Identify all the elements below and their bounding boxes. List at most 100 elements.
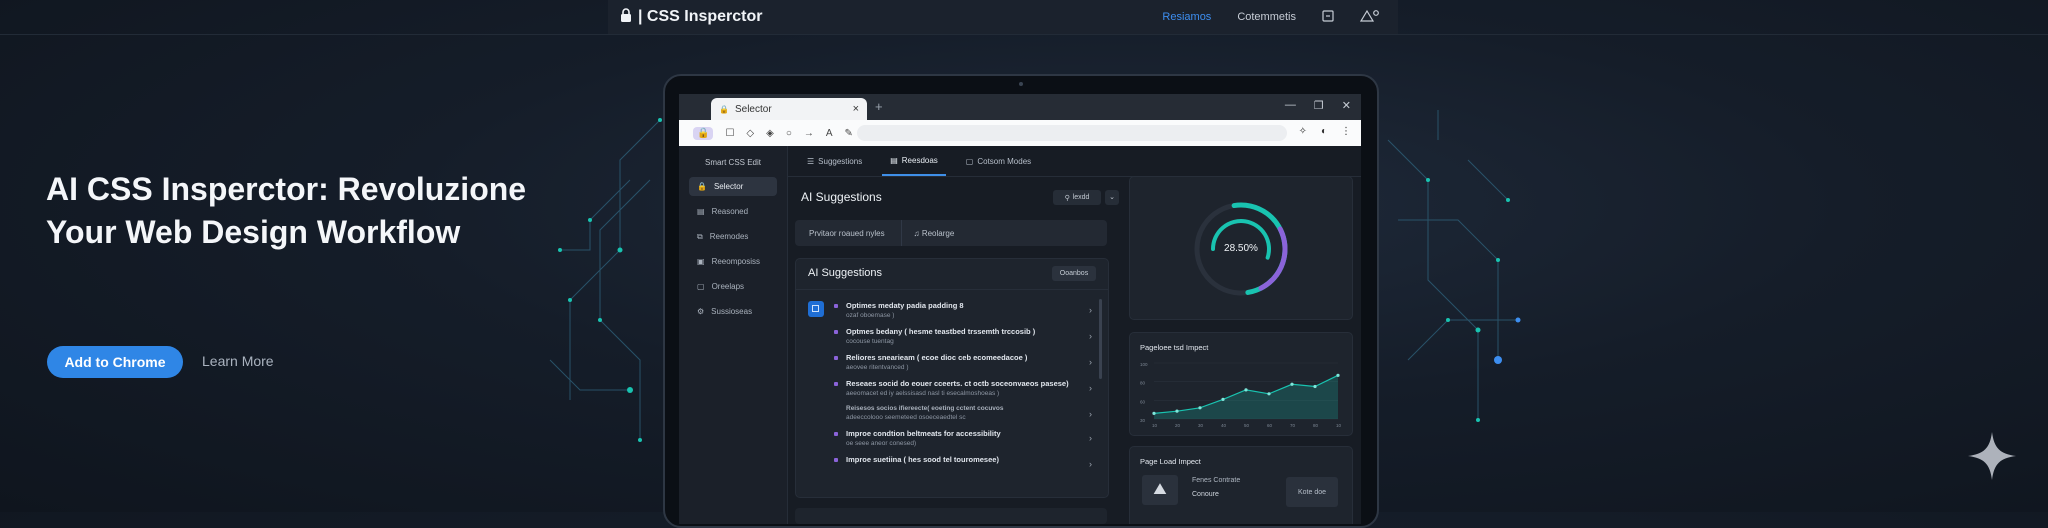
filter-icon: ⚲: [1064, 194, 1070, 202]
tab-suggestions[interactable]: ☰ Suggestions: [799, 146, 870, 176]
laptop-mockup: 🔒 Selector × + — ❐ ✕ 🔒 ☐ ◇ ◈ ○ → A ✎ ✧ ◐…: [663, 74, 1379, 528]
scrollbar[interactable]: [1099, 299, 1102, 379]
x-tick-label: 10: [1336, 423, 1342, 428]
window-controls: — ❐ ✕: [1285, 99, 1351, 112]
item-title: Improe condtion beltmeats for accessibil…: [846, 429, 1001, 438]
browser-toolbar: 🔒 ☐ ◇ ◈ ○ → A ✎ ✧ ◐ ⋮: [679, 120, 1361, 146]
list-item[interactable]: Optmes bedany ( hesme teastbed trssemth …: [834, 327, 1092, 345]
page-load-button[interactable]: Kote doe: [1286, 477, 1338, 507]
close-tab-icon[interactable]: ×: [853, 103, 859, 115]
lock-tool-icon[interactable]: 🔒: [693, 126, 714, 140]
menu-icon[interactable]: ⋮: [1341, 126, 1351, 137]
page-load-line-1: Fenes Contrate: [1192, 477, 1241, 484]
top-navbar: | CSS Insperctor Resiamos Cotemmetis: [608, 0, 1398, 35]
list-icon: ☰: [807, 156, 815, 166]
filter-right[interactable]: ♫ Reolarge: [914, 229, 955, 238]
chevron-right-icon: ›: [1089, 331, 1092, 341]
settings-icon: ⚙: [697, 307, 705, 316]
item-sub: aeovee ritentvanced ): [846, 364, 909, 371]
list-item[interactable]: Reliores snearieam ( ecoe dioc ceb ecome…: [834, 353, 1092, 371]
extension-tools: 🔒 ☐ ◇ ◈ ○ → A ✎: [693, 126, 853, 140]
filter-left[interactable]: Prvitaor roaued nyles: [809, 229, 885, 238]
sidebar-title: Smart CSS Edit: [704, 158, 761, 167]
x-tick-label: 30: [1198, 423, 1204, 428]
add-to-chrome-button[interactable]: Add to Chrome: [47, 346, 183, 378]
y-tick-label: 100: [1140, 362, 1148, 367]
x-tick-label: 60: [1267, 423, 1273, 428]
item-sub: oe seee aneor conesed): [846, 440, 917, 447]
text-tool-icon[interactable]: A: [826, 128, 833, 139]
item-title: Optimes medaty padia padding 8: [846, 301, 964, 310]
image-icon: ⛰: [1142, 475, 1178, 505]
diamond-tool-icon[interactable]: ◇: [746, 128, 754, 139]
browser-tab-label: Selector: [734, 103, 772, 115]
profile-icon[interactable]: ◐: [1321, 126, 1327, 137]
chevron-down-icon[interactable]: ⌄: [1105, 190, 1119, 205]
learn-more-link[interactable]: Learn More: [202, 353, 274, 369]
gauge-value: 28.50%: [1224, 242, 1258, 254]
bell-icon: ♫: [913, 228, 922, 238]
list-item[interactable]: Improe suetiina ( hes sood tel touromese…: [834, 455, 1092, 469]
chart-panel: Pageloee tsd Impect 100 80 60 30 10 20 30 40 50 6…: [1129, 332, 1353, 436]
card-button[interactable]: Ooanbos: [1052, 266, 1096, 281]
minimize-icon[interactable]: —: [1285, 99, 1296, 112]
chevron-right-icon: ›: [1089, 459, 1092, 469]
browser-tab[interactable]: 🔒 Selector ×: [711, 98, 867, 120]
list-item[interactable]: Improe condtion beltmeats for accessibil…: [834, 429, 1092, 447]
close-window-icon[interactable]: ✕: [1342, 99, 1351, 112]
tab-reesdoas[interactable]: ▤ Reesdoas: [882, 146, 946, 176]
item-title: Reisesos socios ifiereecte( eoeting ccte…: [846, 405, 1004, 412]
list-item[interactable]: Optimes medaty padia padding 8 ozaf oboem…: [834, 301, 1092, 319]
pen-tool-icon[interactable]: ✎: [845, 128, 853, 139]
divider: [0, 34, 2048, 35]
data-point: [1267, 392, 1271, 396]
lock-icon: 🔒: [719, 104, 729, 114]
data-point: [1175, 409, 1179, 413]
nav-link-1[interactable]: Resiamos: [1162, 11, 1211, 23]
new-tab-icon[interactable]: +: [875, 99, 883, 114]
data-point: [1313, 384, 1317, 389]
filter-right-label: Reolarge: [921, 228, 955, 238]
data-point: [1244, 388, 1248, 392]
data-point: [1152, 411, 1156, 415]
arrow-tool-icon[interactable]: →: [804, 128, 814, 139]
page-load-panel: Page Load Impect ⛰ Fenes Contrate Conour…: [1129, 446, 1353, 524]
page-load-line-2: Conoure: [1192, 491, 1219, 498]
list-item[interactable]: Reisesos socios ifiereecte( eoeting ccte…: [834, 405, 1092, 421]
laptop-screen: 🔒 Selector × + — ❐ ✕ 🔒 ☐ ◇ ◈ ○ → A ✎ ✧ ◐…: [679, 94, 1361, 524]
address-bar[interactable]: [857, 125, 1287, 141]
item-title: Reliores snearieam ( ecoe dioc ceb ecome…: [846, 353, 1028, 362]
chevron-right-icon: ›: [1089, 409, 1092, 419]
item-sub: cocouse tuentag: [846, 338, 894, 345]
nav-link-2[interactable]: Cotemmetis: [1237, 11, 1296, 23]
item-sub: adeeccolooo seemeteed osoeceaedtel sc: [846, 414, 966, 421]
sparkle-icon[interactable]: ✧: [1299, 126, 1307, 137]
selector-dropdown[interactable]: ⚲ lexdd: [1053, 190, 1101, 205]
sidebar-item-reeomposiss[interactable]: ▣ Reeomposiss: [689, 252, 777, 271]
circle-tool-icon[interactable]: ○: [786, 128, 792, 139]
item-title: Optmes bedany ( hesme teastbed trssemth …: [846, 327, 1036, 336]
copy-icon: ⧉: [697, 231, 703, 241]
sidebar-item-label: Oreelaps: [711, 282, 745, 291]
sidebar-item-sussioseas[interactable]: ⚙ Sussioseas: [689, 302, 777, 321]
diamond-tool-icon-2[interactable]: ◈: [766, 128, 774, 139]
sidebar-item-label: Reeomposiss: [711, 257, 761, 266]
divider: [900, 220, 902, 246]
top-nav: Resiamos Cotemmetis: [1162, 9, 1380, 26]
brand[interactable]: | CSS Insperctor: [620, 7, 763, 27]
sidebar-item-label: Reasoned: [711, 207, 749, 216]
sidebar-item-selector[interactable]: 🔒 Selector: [689, 177, 777, 196]
list-item[interactable]: Reseaes socid do eouer cceerts. ct octb …: [834, 379, 1092, 397]
circuit-decoration-right: [1387, 110, 1521, 422]
box-icon: ▢: [965, 156, 974, 166]
shapes-icon[interactable]: [1359, 9, 1380, 26]
square-icon[interactable]: [1322, 9, 1334, 25]
sidebar-item-reemodes[interactable]: ⧉ Reemodes: [689, 227, 777, 246]
sidebar-item-reasoned[interactable]: ▤ Reasoned: [689, 202, 777, 221]
tab-custom-modes[interactable]: ▢ Cotsom Modes: [958, 146, 1039, 176]
sidebar-item-oreelaps[interactable]: ▢ Oreelaps: [689, 277, 777, 296]
x-tick-label: 10: [1152, 423, 1158, 428]
restore-icon[interactable]: ❐: [1314, 99, 1324, 112]
suggestion-list: Optimes medaty padia padding 8 ozaf oboem…: [834, 301, 1092, 472]
box-tool-icon[interactable]: ☐: [725, 128, 734, 139]
